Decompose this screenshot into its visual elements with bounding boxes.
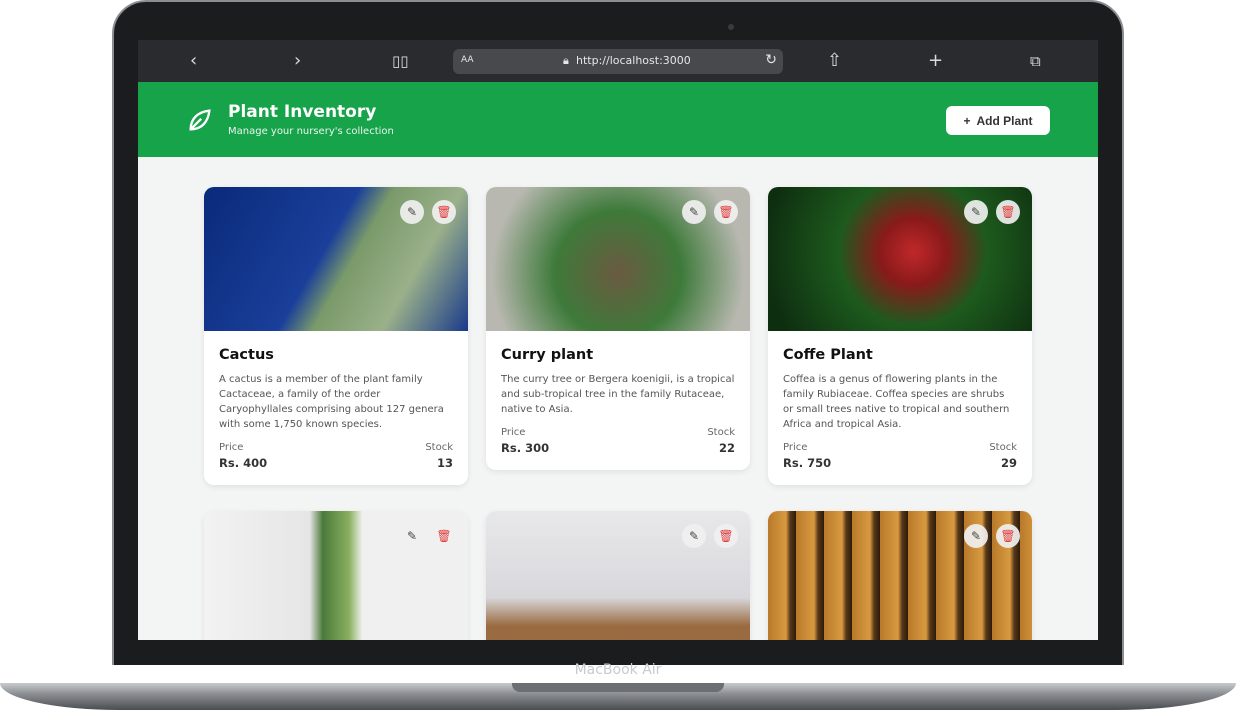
- add-plant-button[interactable]: + Add Plant: [946, 106, 1050, 135]
- plant-card: ✎ 🗑︎ Cactus A cactus is a member of the p…: [204, 187, 468, 485]
- laptop-notch: [512, 683, 724, 692]
- url-text: http://localhost:3000: [576, 54, 691, 67]
- plant-image: ✎ 🗑︎: [204, 187, 468, 331]
- price-value: Rs. 300: [501, 441, 550, 455]
- plant-name: Coffe Plant: [783, 347, 873, 363]
- stock-value: 22: [718, 441, 735, 455]
- edit-icon[interactable]: ✎: [964, 524, 988, 548]
- plant-image: ✎ 🗑︎: [768, 511, 1032, 640]
- plant-card: ✎ 🗑︎: [486, 511, 750, 640]
- delete-icon[interactable]: 🗑︎: [714, 200, 738, 224]
- plant-card: ✎ 🗑︎ Coffe Plant Coffea is a genus of flo…: [768, 187, 1032, 485]
- page-subtitle: Manage your nursery's collection: [228, 126, 394, 137]
- lock-icon: 🔒︎: [563, 54, 569, 67]
- edit-icon[interactable]: ✎: [682, 524, 706, 548]
- browser-toolbar: ‹ › ▯▯ AA 🔒︎ http://localhost:3000 ↻ ⇧ +…: [138, 40, 1098, 82]
- stock-value: 29: [1000, 456, 1017, 470]
- price-value: Rs. 750: [783, 456, 832, 470]
- edit-icon[interactable]: ✎: [400, 200, 424, 224]
- leaf-icon: [189, 109, 211, 131]
- delete-icon[interactable]: 🗑︎: [432, 200, 456, 224]
- plant-card: ✎ 🗑︎ Curry plant The curry tree or Berger…: [486, 187, 750, 470]
- page-title: Plant Inventory: [228, 102, 377, 122]
- plant-card: ✎ 🗑︎: [768, 511, 1032, 640]
- screen: ‹ › ▯▯ AA 🔒︎ http://localhost:3000 ↻ ⇧ +…: [138, 40, 1098, 640]
- plant-image: ✎ 🗑︎: [768, 187, 1032, 331]
- forward-icon[interactable]: ›: [294, 50, 301, 71]
- stock-value: 13: [436, 456, 453, 470]
- stock-label: Stock: [425, 442, 453, 453]
- reload-icon[interactable]: ↻: [765, 52, 777, 68]
- edit-icon[interactable]: ✎: [400, 524, 424, 548]
- address-bar[interactable]: AA 🔒︎ http://localhost:3000 ↻: [453, 49, 783, 74]
- plant-description: A cactus is a member of the plant family…: [219, 374, 444, 430]
- edit-icon[interactable]: ✎: [964, 200, 988, 224]
- tabs-icon[interactable]: ⧉: [1030, 52, 1041, 70]
- plant-image: ✎ 🗑︎: [486, 187, 750, 331]
- price-label: Price: [783, 442, 808, 453]
- app-header: Plant Inventory Manage your nursery's co…: [138, 82, 1098, 157]
- edit-icon[interactable]: ✎: [682, 200, 706, 224]
- delete-icon[interactable]: 🗑︎: [996, 524, 1020, 548]
- camera: [728, 24, 734, 30]
- share-icon[interactable]: ⇧: [827, 50, 842, 71]
- stock-label: Stock: [989, 442, 1017, 453]
- plant-description: The curry tree or Bergera koenigii, is a…: [501, 374, 735, 415]
- delete-icon[interactable]: 🗑︎: [432, 524, 456, 548]
- reader-button[interactable]: AA: [461, 55, 474, 65]
- stock-label: Stock: [707, 427, 735, 438]
- plant-name: Cactus: [219, 347, 274, 363]
- plus-icon: +: [963, 113, 971, 128]
- back-icon[interactable]: ‹: [190, 50, 197, 71]
- price-label: Price: [501, 427, 526, 438]
- delete-icon[interactable]: 🗑︎: [714, 524, 738, 548]
- delete-icon[interactable]: 🗑︎: [996, 200, 1020, 224]
- new-tab-icon[interactable]: +: [928, 50, 943, 71]
- price-value: Rs. 400: [219, 456, 268, 470]
- plant-image: ✎ 🗑︎: [486, 511, 750, 640]
- plant-card: ✎ 🗑︎: [204, 511, 468, 640]
- plant-description: Coffea is a genus of flowering plants in…: [783, 374, 1010, 430]
- plant-name: Curry plant: [501, 347, 594, 363]
- price-label: Price: [219, 442, 244, 453]
- plant-image: ✎ 🗑︎: [204, 511, 468, 640]
- device-label: MacBook Air: [574, 662, 662, 678]
- bookmarks-icon[interactable]: ▯▯: [392, 52, 409, 70]
